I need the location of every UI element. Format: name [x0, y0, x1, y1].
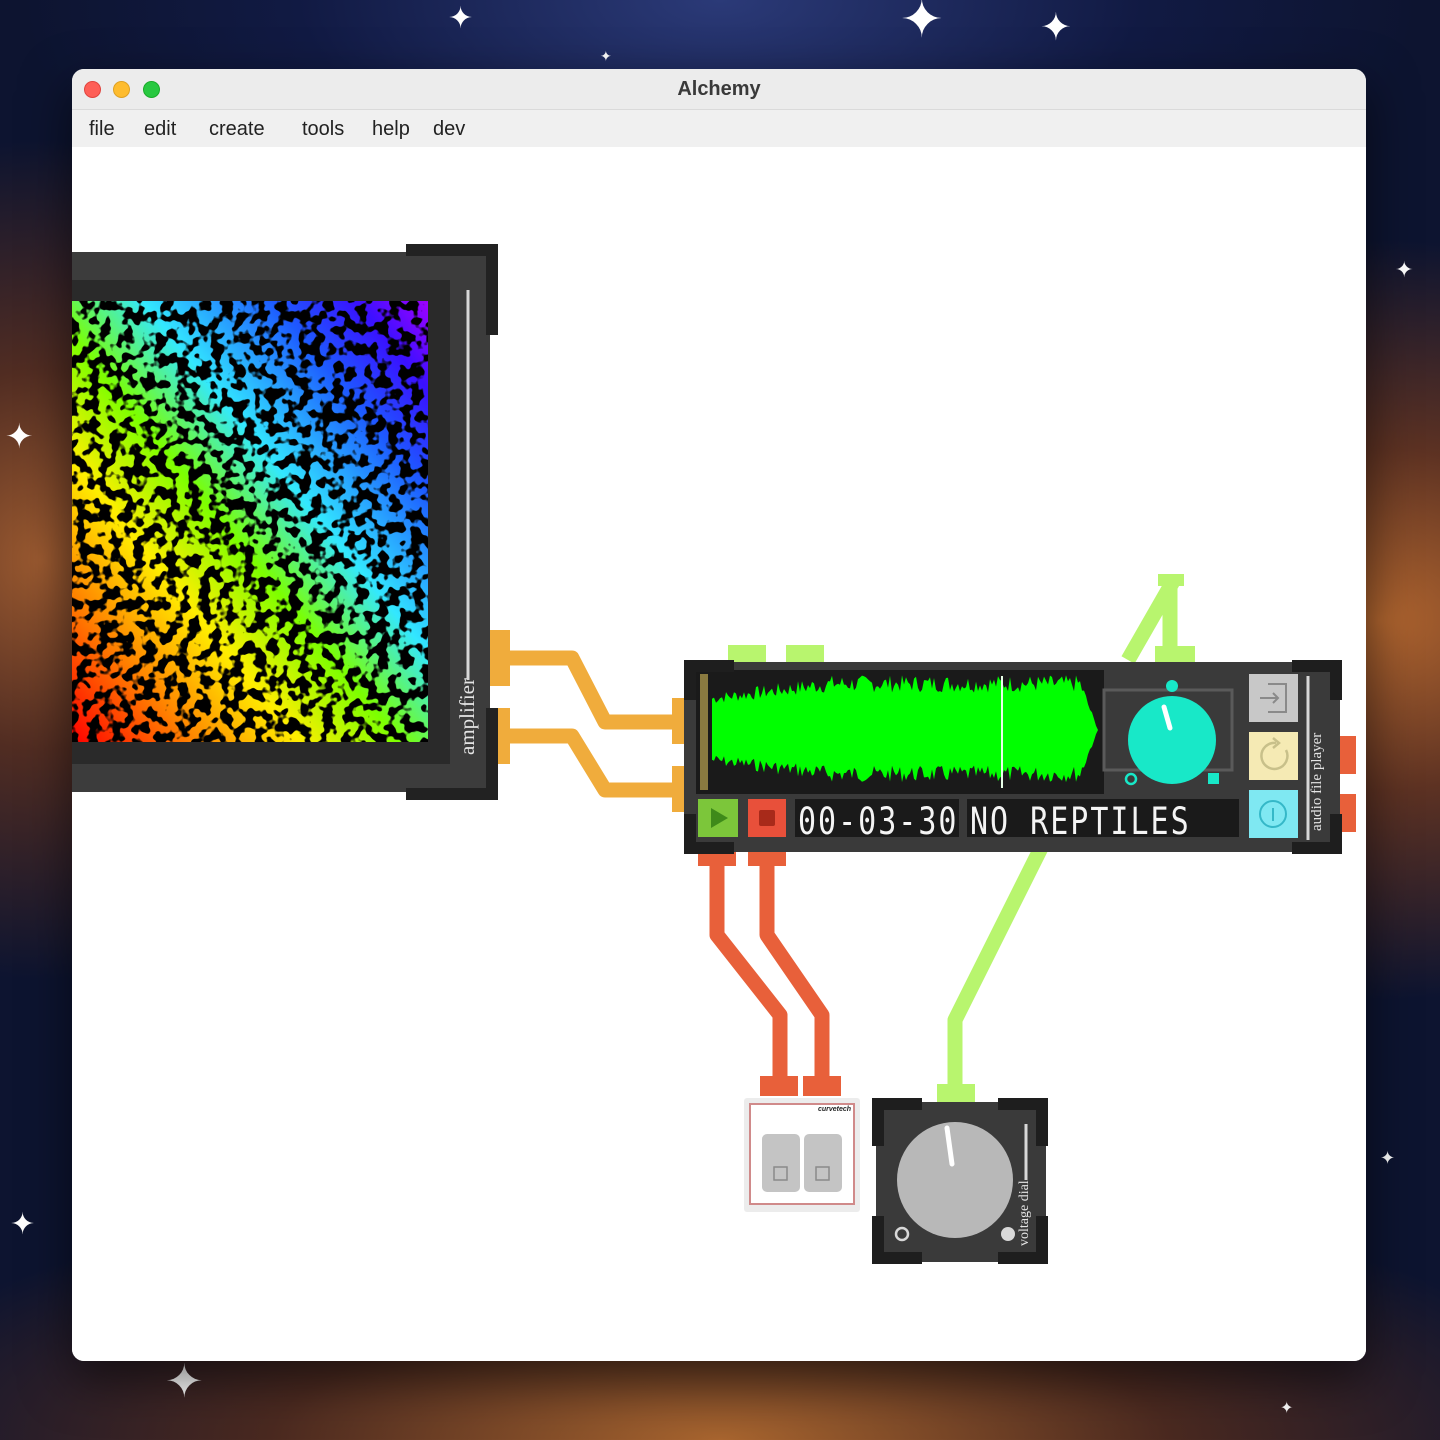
- cable-plug: [1158, 574, 1184, 586]
- stop-icon: [759, 810, 775, 826]
- switch-button-1[interactable]: [762, 1134, 800, 1192]
- menu-help[interactable]: help: [372, 118, 410, 141]
- menu-bar: file edit create tools help dev: [72, 110, 1366, 147]
- switch-module[interactable]: [744, 1098, 860, 1212]
- star-decoration: ✦: [10, 1207, 36, 1242]
- audio-player-label: audio file player: [1309, 732, 1325, 831]
- star-decoration: ✦: [1040, 5, 1072, 49]
- cable-orange-2[interactable]: [492, 728, 690, 798]
- menu-edit[interactable]: edit: [144, 118, 176, 141]
- star-decoration: ✦: [900, 0, 944, 50]
- menu-create[interactable]: create: [209, 118, 265, 141]
- menu-dev[interactable]: dev: [433, 118, 465, 141]
- waveform-display: [712, 675, 1098, 783]
- menu-file[interactable]: file: [89, 118, 115, 141]
- track-display: NO REPTILES: [970, 800, 1191, 844]
- voltage-dial-knob[interactable]: [897, 1122, 1013, 1238]
- import-button[interactable]: [1249, 674, 1298, 722]
- star-decoration: ✦: [448, 1, 474, 36]
- switch-brand-logo: curvetech: [818, 1106, 852, 1113]
- amplifier-module[interactable]: [72, 244, 498, 800]
- volume-knob[interactable]: [1128, 696, 1216, 784]
- amplifier-speckle: [72, 301, 428, 742]
- stop-button[interactable]: [748, 799, 786, 837]
- cable-plug: [760, 1076, 798, 1096]
- patch-canvas[interactable]: amplifier audio file player voltage dial…: [72, 147, 1366, 1361]
- cable-plug: [490, 630, 510, 686]
- voltage-dial-label: voltage dial: [1017, 1180, 1032, 1246]
- star-decoration: ✦: [1380, 1148, 1396, 1169]
- waveform-shape: [712, 675, 1098, 783]
- play-button[interactable]: [698, 799, 738, 837]
- title-bar: Alchemy: [72, 69, 1366, 110]
- amplifier-label: amplifier: [455, 678, 479, 755]
- star-decoration: ✦: [1280, 1398, 1294, 1417]
- star-decoration: ✦: [165, 1354, 204, 1408]
- time-display: 00-03-30: [798, 800, 959, 844]
- switch-button-2[interactable]: [804, 1134, 842, 1192]
- knob-port-right: [1208, 773, 1219, 784]
- app-window: Alchemy file edit create tools help dev: [72, 69, 1366, 1361]
- dial-port-right: [1001, 1227, 1015, 1241]
- star-decoration: ✦: [600, 49, 612, 65]
- star-decoration: ✦: [5, 417, 34, 457]
- window-title: Alchemy: [677, 78, 761, 100]
- star-decoration: ✦: [1395, 258, 1414, 283]
- cable-plug: [803, 1076, 841, 1096]
- loop-button[interactable]: [1249, 732, 1298, 780]
- menu-tools[interactable]: tools: [302, 118, 344, 141]
- info-button[interactable]: [1249, 790, 1298, 838]
- knob-port-top: [1166, 680, 1178, 692]
- cable-orange-1[interactable]: [492, 650, 690, 730]
